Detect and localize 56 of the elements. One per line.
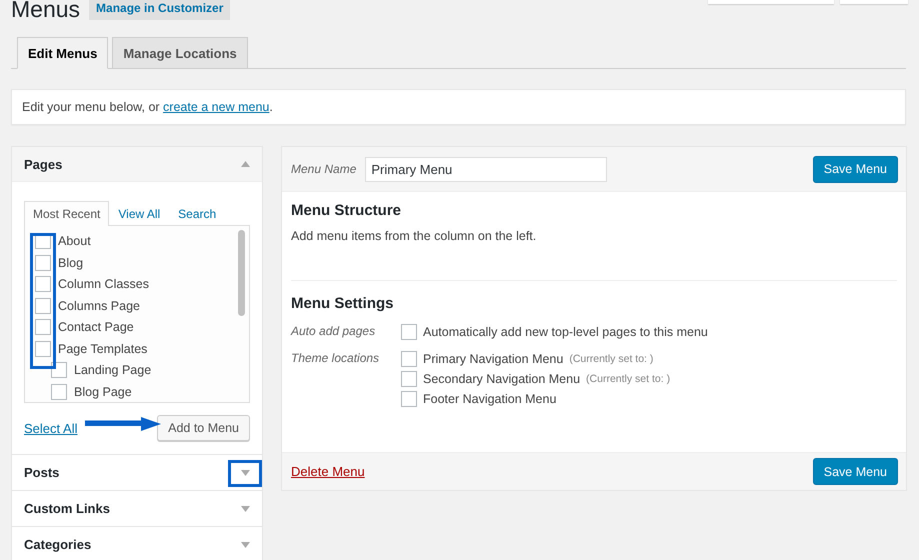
expand-arrow-icon[interactable]: [241, 470, 250, 476]
section-header[interactable]: Pages: [12, 147, 262, 182]
page-label: Landing Page: [74, 363, 152, 377]
section-heading: Menu Structure: [291, 202, 402, 219]
option-label: Footer Navigation Menu: [423, 392, 556, 406]
page-label: Contact Page: [58, 320, 134, 334]
checkbox[interactable]: [401, 391, 417, 407]
page-label: About: [58, 234, 91, 248]
checkbox[interactable]: [401, 324, 417, 340]
page-label: Columns Page: [58, 298, 140, 312]
setting-label: Theme locations: [291, 351, 380, 365]
checkbox[interactable]: [401, 371, 417, 387]
save-menu-button[interactable]: Save Menu: [812, 458, 898, 485]
notice-text: Edit your menu below, or create a new menu.: [22, 100, 274, 114]
checkbox[interactable]: [35, 254, 51, 270]
section-title: Pages: [24, 156, 62, 172]
add-to-menu-button[interactable]: Add to Menu: [157, 415, 250, 441]
page-label: Blog: [58, 256, 84, 270]
option-label: Primary Navigation Menu: [423, 352, 564, 366]
checkbox[interactable]: [35, 319, 51, 335]
collapse-arrow-icon[interactable]: [241, 161, 250, 167]
page-label: Page Templates: [58, 342, 148, 356]
checkbox[interactable]: [35, 276, 51, 292]
option-note: (Currently set to: ): [569, 353, 654, 365]
tab[interactable]: Edit Menus: [17, 37, 108, 69]
checkbox[interactable]: [401, 351, 417, 367]
setting-label: Auto add pages: [291, 324, 376, 338]
highlight-frame: [228, 460, 262, 487]
scrollbar-thumb[interactable]: [238, 230, 245, 316]
option-note: (Currently set to: ): [586, 373, 670, 385]
menu-name-field[interactable]: Primary Menu: [365, 156, 608, 182]
instruction-text: Add menu items from the column on the left.: [291, 229, 538, 243]
panel-tab[interactable]: Most Recent: [24, 201, 110, 226]
expand-arrow-icon[interactable]: [241, 506, 250, 512]
page-label: Blog Page: [74, 384, 132, 398]
option-label: Automatically add new top-level pages to this menu: [423, 325, 708, 339]
checkbox[interactable]: [51, 384, 67, 400]
checkbox[interactable]: [35, 340, 51, 356]
tab[interactable]: Manage Locations: [112, 37, 248, 69]
create-menu-link[interactable]: create a new menu: [163, 100, 270, 114]
customizer-button[interactable]: Manage in Customizer: [89, 0, 230, 20]
menu-name-label: Menu Name: [291, 162, 356, 176]
expand-arrow-icon[interactable]: [241, 542, 250, 548]
section-heading: Menu Settings: [291, 295, 395, 312]
save-menu-button[interactable]: Save Menu: [812, 156, 898, 182]
option-label: Secondary Navigation Menu: [423, 372, 580, 386]
page-title: Menus: [11, 0, 80, 23]
checkbox[interactable]: [35, 298, 51, 314]
panel-tab[interactable]: Search: [169, 201, 226, 226]
section-title: Custom Links: [24, 501, 110, 516]
section-title: Posts: [24, 465, 60, 480]
page-label: Column Classes: [58, 277, 150, 291]
section-title: Categories: [24, 537, 92, 552]
panel-tab[interactable]: View All: [109, 201, 170, 226]
select-all-link[interactable]: Select All: [24, 420, 78, 436]
delete-menu-link[interactable]: Delete Menu: [291, 464, 365, 479]
